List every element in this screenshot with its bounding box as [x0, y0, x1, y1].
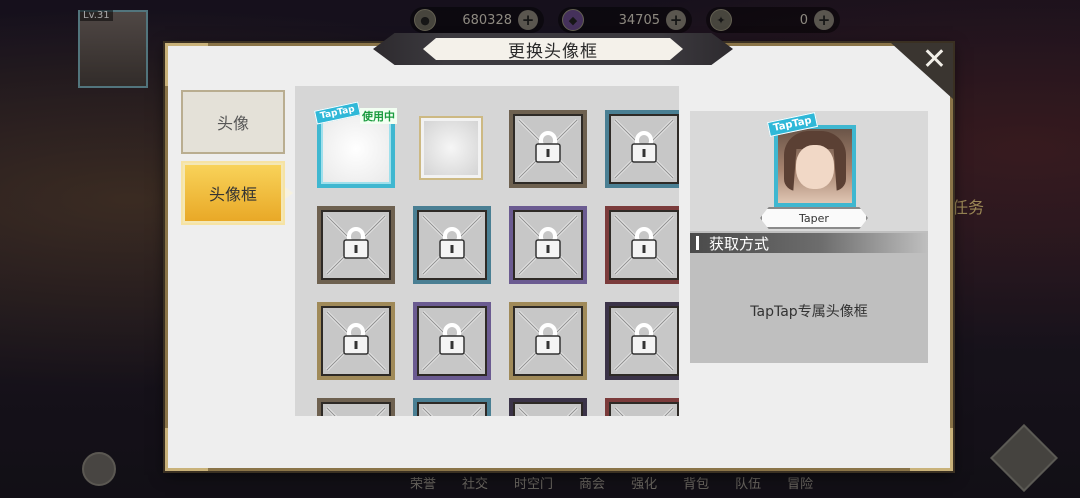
tab-avatar-frame[interactable]: 头像框	[181, 161, 293, 225]
tab-avatar[interactable]: 头像	[181, 90, 285, 154]
header-bar-icon	[696, 236, 699, 250]
avatar-frame-item[interactable]: TapTap 使用中	[314, 101, 397, 188]
avatar-frame-item[interactable]	[605, 206, 679, 284]
lock-icon	[629, 322, 659, 360]
tab-avatar-label: 头像	[216, 114, 249, 133]
preview-area: TapTap Taper	[690, 111, 928, 231]
chain-icon	[517, 406, 579, 416]
avatar-frame-item[interactable]	[413, 302, 491, 380]
chain-icon	[421, 406, 483, 416]
avatar-frame-item[interactable]	[509, 302, 587, 380]
lock-icon	[341, 322, 371, 360]
acquire-header: 获取方式	[690, 233, 928, 253]
corner-ornament	[165, 43, 208, 86]
lock-icon	[533, 226, 563, 264]
frame-grid-panel[interactable]: TapTap 使用中	[295, 86, 679, 416]
close-button[interactable]: ✕	[891, 43, 953, 99]
lock-icon	[437, 226, 467, 264]
avatar-frame-item[interactable]	[605, 398, 679, 416]
acquire-title: 获取方式	[709, 234, 770, 253]
lock-icon	[629, 226, 659, 264]
corner-ornament	[165, 428, 208, 471]
avatar-frame-item[interactable]	[509, 206, 587, 284]
avatar-frame-item[interactable]	[317, 302, 395, 380]
avatar-frame-item[interactable]	[419, 116, 483, 180]
chain-icon	[325, 406, 387, 416]
avatar-frame-item[interactable]	[509, 398, 587, 416]
lock-icon	[533, 130, 563, 168]
avatar-frame-item[interactable]	[413, 206, 491, 284]
in-use-label: 使用中	[360, 108, 397, 124]
taptap-badge: TapTap	[314, 101, 361, 125]
avatar-frame-item[interactable]	[317, 398, 395, 416]
avatar-face	[796, 145, 834, 189]
avatar-frame-item[interactable]	[605, 302, 679, 380]
close-icon[interactable]: ✕	[922, 45, 947, 75]
lock-icon	[629, 130, 659, 168]
lock-icon	[437, 322, 467, 360]
title-banner: 更换头像框	[373, 33, 733, 65]
avatar-frame-item[interactable]	[413, 398, 491, 416]
dialog-title: 更换头像框	[508, 41, 598, 62]
title-plate: 更换头像框	[423, 38, 683, 60]
frame-preview-panel: TapTap Taper 获取方式 TapTap专属头像框	[690, 111, 928, 363]
acquire-description: TapTap专属头像框	[750, 304, 868, 320]
lock-icon	[533, 322, 563, 360]
avatar-frame-dialog: 更换头像框 ✕ 头像 头像框 TapTap 使用中 TapTap Taper 获取…	[165, 33, 953, 471]
avatar-frame-item[interactable]	[605, 110, 679, 188]
player-name: Taper	[799, 211, 829, 225]
corner-ornament	[910, 428, 953, 471]
player-name-plate: Taper	[760, 207, 868, 229]
chain-icon	[613, 406, 675, 416]
avatar-preview: TapTap	[766, 112, 856, 207]
tab-avatar-frame-label: 头像框	[208, 185, 257, 204]
selected-arrow-icon	[285, 187, 293, 199]
frame-grid: TapTap 使用中	[314, 101, 679, 416]
avatar-frame-item[interactable]	[317, 206, 395, 284]
lock-icon	[341, 226, 371, 264]
avatar-frame-item[interactable]	[509, 110, 587, 188]
